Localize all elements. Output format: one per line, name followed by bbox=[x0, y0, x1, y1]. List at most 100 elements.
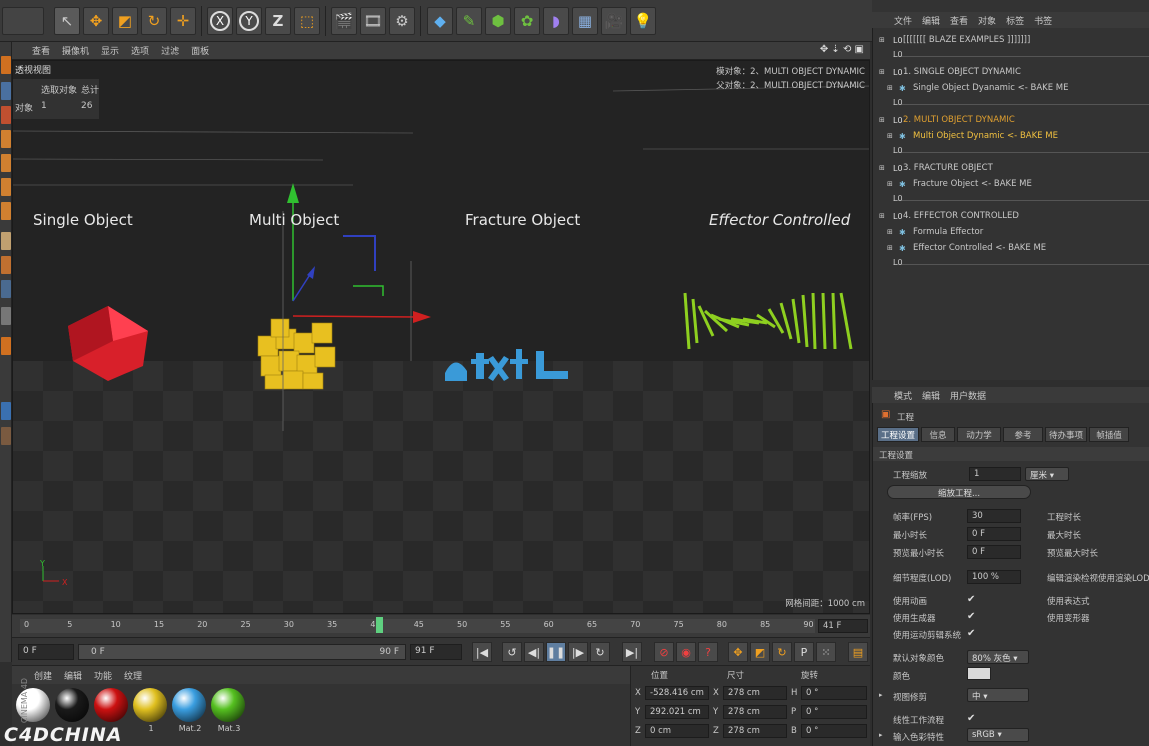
null-icon[interactable]: L0 bbox=[893, 146, 903, 155]
om-menu-edit[interactable]: 编辑 bbox=[922, 14, 940, 27]
om-menu-file[interactable]: 文件 bbox=[894, 14, 912, 27]
default-color-dropdown[interactable]: 80% 灰色 ▾ bbox=[967, 650, 1029, 664]
render-picture-viewer-icon[interactable]: 🎞 bbox=[360, 7, 386, 35]
start-frame-field[interactable]: 0 F bbox=[18, 644, 74, 660]
planar-workplane-icon[interactable] bbox=[1, 337, 11, 355]
vp-menu-camera[interactable]: 摄像机 bbox=[62, 44, 89, 57]
object-row[interactable]: ⊞ ✱ Single Object Dyanamic <- BAKE ME bbox=[873, 80, 1149, 96]
view-clip-dropdown[interactable]: 中 ▾ bbox=[967, 688, 1029, 702]
viewport-3d[interactable]: 透视视图 选取对象 总计 对象 1 26 模对象：2、MULTI OBJECT … bbox=[12, 60, 870, 614]
playhead[interactable] bbox=[376, 617, 383, 633]
null-icon[interactable]: L0 bbox=[893, 194, 903, 203]
object-row[interactable]: ⊞ L0 3. FRACTURE OBJECT bbox=[873, 160, 1149, 176]
null-icon[interactable]: L0 bbox=[893, 258, 903, 267]
timeline-track[interactable]: 051015202530354045505560657075808590 bbox=[20, 617, 815, 633]
next-frame-icon[interactable]: |▶ bbox=[568, 642, 588, 662]
rotation-input[interactable]: 0 ° bbox=[801, 705, 867, 719]
timeline-window-icon[interactable]: ▤ bbox=[848, 642, 868, 662]
auto-key-icon[interactable]: ◉ bbox=[676, 642, 696, 662]
om-menu-objects[interactable]: 对象 bbox=[978, 14, 996, 27]
object-row[interactable]: ⊞ L0 2. MULTI OBJECT DYNAMIC bbox=[873, 112, 1149, 128]
null-icon[interactable]: L0 bbox=[893, 50, 903, 59]
rotate-icon[interactable]: ↻ bbox=[141, 7, 167, 35]
size-input[interactable]: 278 cm bbox=[723, 686, 787, 700]
mat-menu-edit[interactable]: 编辑 bbox=[64, 669, 82, 682]
array-icon[interactable]: ✿ bbox=[514, 7, 540, 35]
key-rotation-icon[interactable]: ↻ bbox=[772, 642, 792, 662]
vp-menu-display[interactable]: 显示 bbox=[101, 44, 119, 57]
next-key-icon[interactable]: ↻ bbox=[590, 642, 610, 662]
scale-icon[interactable]: ◩ bbox=[112, 7, 138, 35]
color-swatch[interactable] bbox=[967, 667, 991, 680]
expand-arrow-icon[interactable]: ▸ bbox=[879, 691, 883, 699]
prev-frame-icon[interactable]: ◀| bbox=[524, 642, 544, 662]
undo-area[interactable] bbox=[2, 7, 44, 35]
material-item[interactable]: 1 bbox=[133, 688, 169, 736]
vp-menu-view[interactable]: 查看 bbox=[32, 44, 50, 57]
tab-todo[interactable]: 待办事项 bbox=[1045, 427, 1087, 442]
cube-icon[interactable]: ◆ bbox=[427, 7, 453, 35]
viewport-solo-icon[interactable] bbox=[1, 427, 11, 445]
tab-reference[interactable]: 参考 bbox=[1003, 427, 1043, 442]
object-row[interactable]: ⊞ L0 4. EFFECTOR CONTROLLED bbox=[873, 208, 1149, 224]
object-row[interactable]: ⊞ L0 1. SINGLE OBJECT DYNAMIC bbox=[873, 64, 1149, 80]
use-motion-checkbox[interactable]: ✔ bbox=[967, 628, 977, 639]
go-to-start-icon[interactable]: |◀ bbox=[472, 642, 492, 662]
scale-unit-dropdown[interactable]: 厘米 ▾ bbox=[1025, 467, 1069, 481]
material-item[interactable]: Mat.2 bbox=[172, 688, 208, 736]
lock-workplane-icon[interactable] bbox=[1, 307, 11, 325]
use-gen-checkbox[interactable]: ✔ bbox=[967, 611, 977, 622]
floor-icon[interactable]: ▦ bbox=[572, 7, 598, 35]
pointer-icon[interactable]: ↖ bbox=[54, 7, 80, 35]
range-slider[interactable]: 0 F 90 F bbox=[78, 644, 406, 660]
fps-input[interactable]: 30 bbox=[967, 509, 1021, 523]
rotation-input[interactable]: 0 ° bbox=[801, 686, 867, 700]
mat-menu-texture[interactable]: 纹理 bbox=[124, 669, 142, 682]
solo-icon[interactable] bbox=[1, 402, 11, 420]
scale-input[interactable]: 1 bbox=[969, 467, 1021, 481]
use-anim-checkbox[interactable]: ✔ bbox=[967, 594, 977, 605]
prev-key-icon[interactable]: ↺ bbox=[502, 642, 522, 662]
expand-icon[interactable]: ⊞ bbox=[879, 116, 885, 124]
x-axis-icon[interactable]: X bbox=[207, 7, 233, 35]
object-row[interactable]: ⊞ ✱ Formula Effector bbox=[873, 224, 1149, 240]
render-view-icon[interactable]: 🎬 bbox=[331, 7, 357, 35]
preview-min-input[interactable]: 0 F bbox=[967, 545, 1021, 559]
render-settings-icon[interactable]: ⚙ bbox=[389, 7, 415, 35]
min-time-input[interactable]: 0 F bbox=[967, 527, 1021, 541]
expand-icon[interactable]: ⊞ bbox=[887, 228, 893, 236]
end-frame-field[interactable]: 91 F bbox=[410, 644, 462, 660]
vp-menu-options[interactable]: 选项 bbox=[131, 44, 149, 57]
object-row[interactable]: ⊞ ✱ Effector Controlled <- BAKE ME bbox=[873, 240, 1149, 256]
mat-menu-function[interactable]: 功能 bbox=[94, 669, 112, 682]
lod-input[interactable]: 100 % bbox=[967, 570, 1021, 584]
tab-project-settings[interactable]: 工程设置 bbox=[877, 427, 919, 442]
object-row[interactable]: ⊞ L0[[[[[[[ BLAZE EXAMPLES ]]]]]]] bbox=[873, 32, 1149, 48]
object-row[interactable]: ⊞ ✱ Multi Object Dynamic <- BAKE ME bbox=[873, 128, 1149, 144]
am-menu-edit[interactable]: 编辑 bbox=[922, 389, 940, 402]
om-menu-tags[interactable]: 标签 bbox=[1006, 14, 1024, 27]
make-editable-icon[interactable] bbox=[1, 56, 11, 74]
om-menu-view[interactable]: 查看 bbox=[950, 14, 968, 27]
input-color-dropdown[interactable]: sRGB ▾ bbox=[967, 728, 1029, 742]
texture-mode-icon[interactable] bbox=[1, 106, 11, 124]
scale-project-button[interactable]: 缩放工程... bbox=[887, 485, 1031, 499]
key-scale-icon[interactable]: ◩ bbox=[750, 642, 770, 662]
position-input[interactable]: -528.416 cm bbox=[645, 686, 709, 700]
deformer-icon[interactable]: ◗ bbox=[543, 7, 569, 35]
key-pla-icon[interactable]: ⁙ bbox=[816, 642, 836, 662]
size-input[interactable]: 278 cm bbox=[723, 724, 787, 738]
expand-icon[interactable]: ⊞ bbox=[887, 180, 893, 188]
add-icon[interactable]: ✛ bbox=[170, 7, 196, 35]
material-item[interactable]: Mat.3 bbox=[211, 688, 247, 736]
timeline-ruler[interactable]: 051015202530354045505560657075808590 41 … bbox=[12, 615, 870, 637]
polygons-mode-icon[interactable] bbox=[1, 202, 11, 220]
rotation-input[interactable]: 0 ° bbox=[801, 724, 867, 738]
points-mode-icon[interactable] bbox=[1, 154, 11, 172]
camera-icon[interactable]: 🎥 bbox=[601, 7, 627, 35]
am-menu-mode[interactable]: 模式 bbox=[894, 389, 912, 402]
expand-icon[interactable]: ⊞ bbox=[879, 212, 885, 220]
model-mode-icon[interactable] bbox=[1, 82, 11, 100]
expand-icon[interactable]: ⊞ bbox=[887, 84, 893, 92]
vp-menu-panel[interactable]: 面板 bbox=[191, 44, 209, 57]
